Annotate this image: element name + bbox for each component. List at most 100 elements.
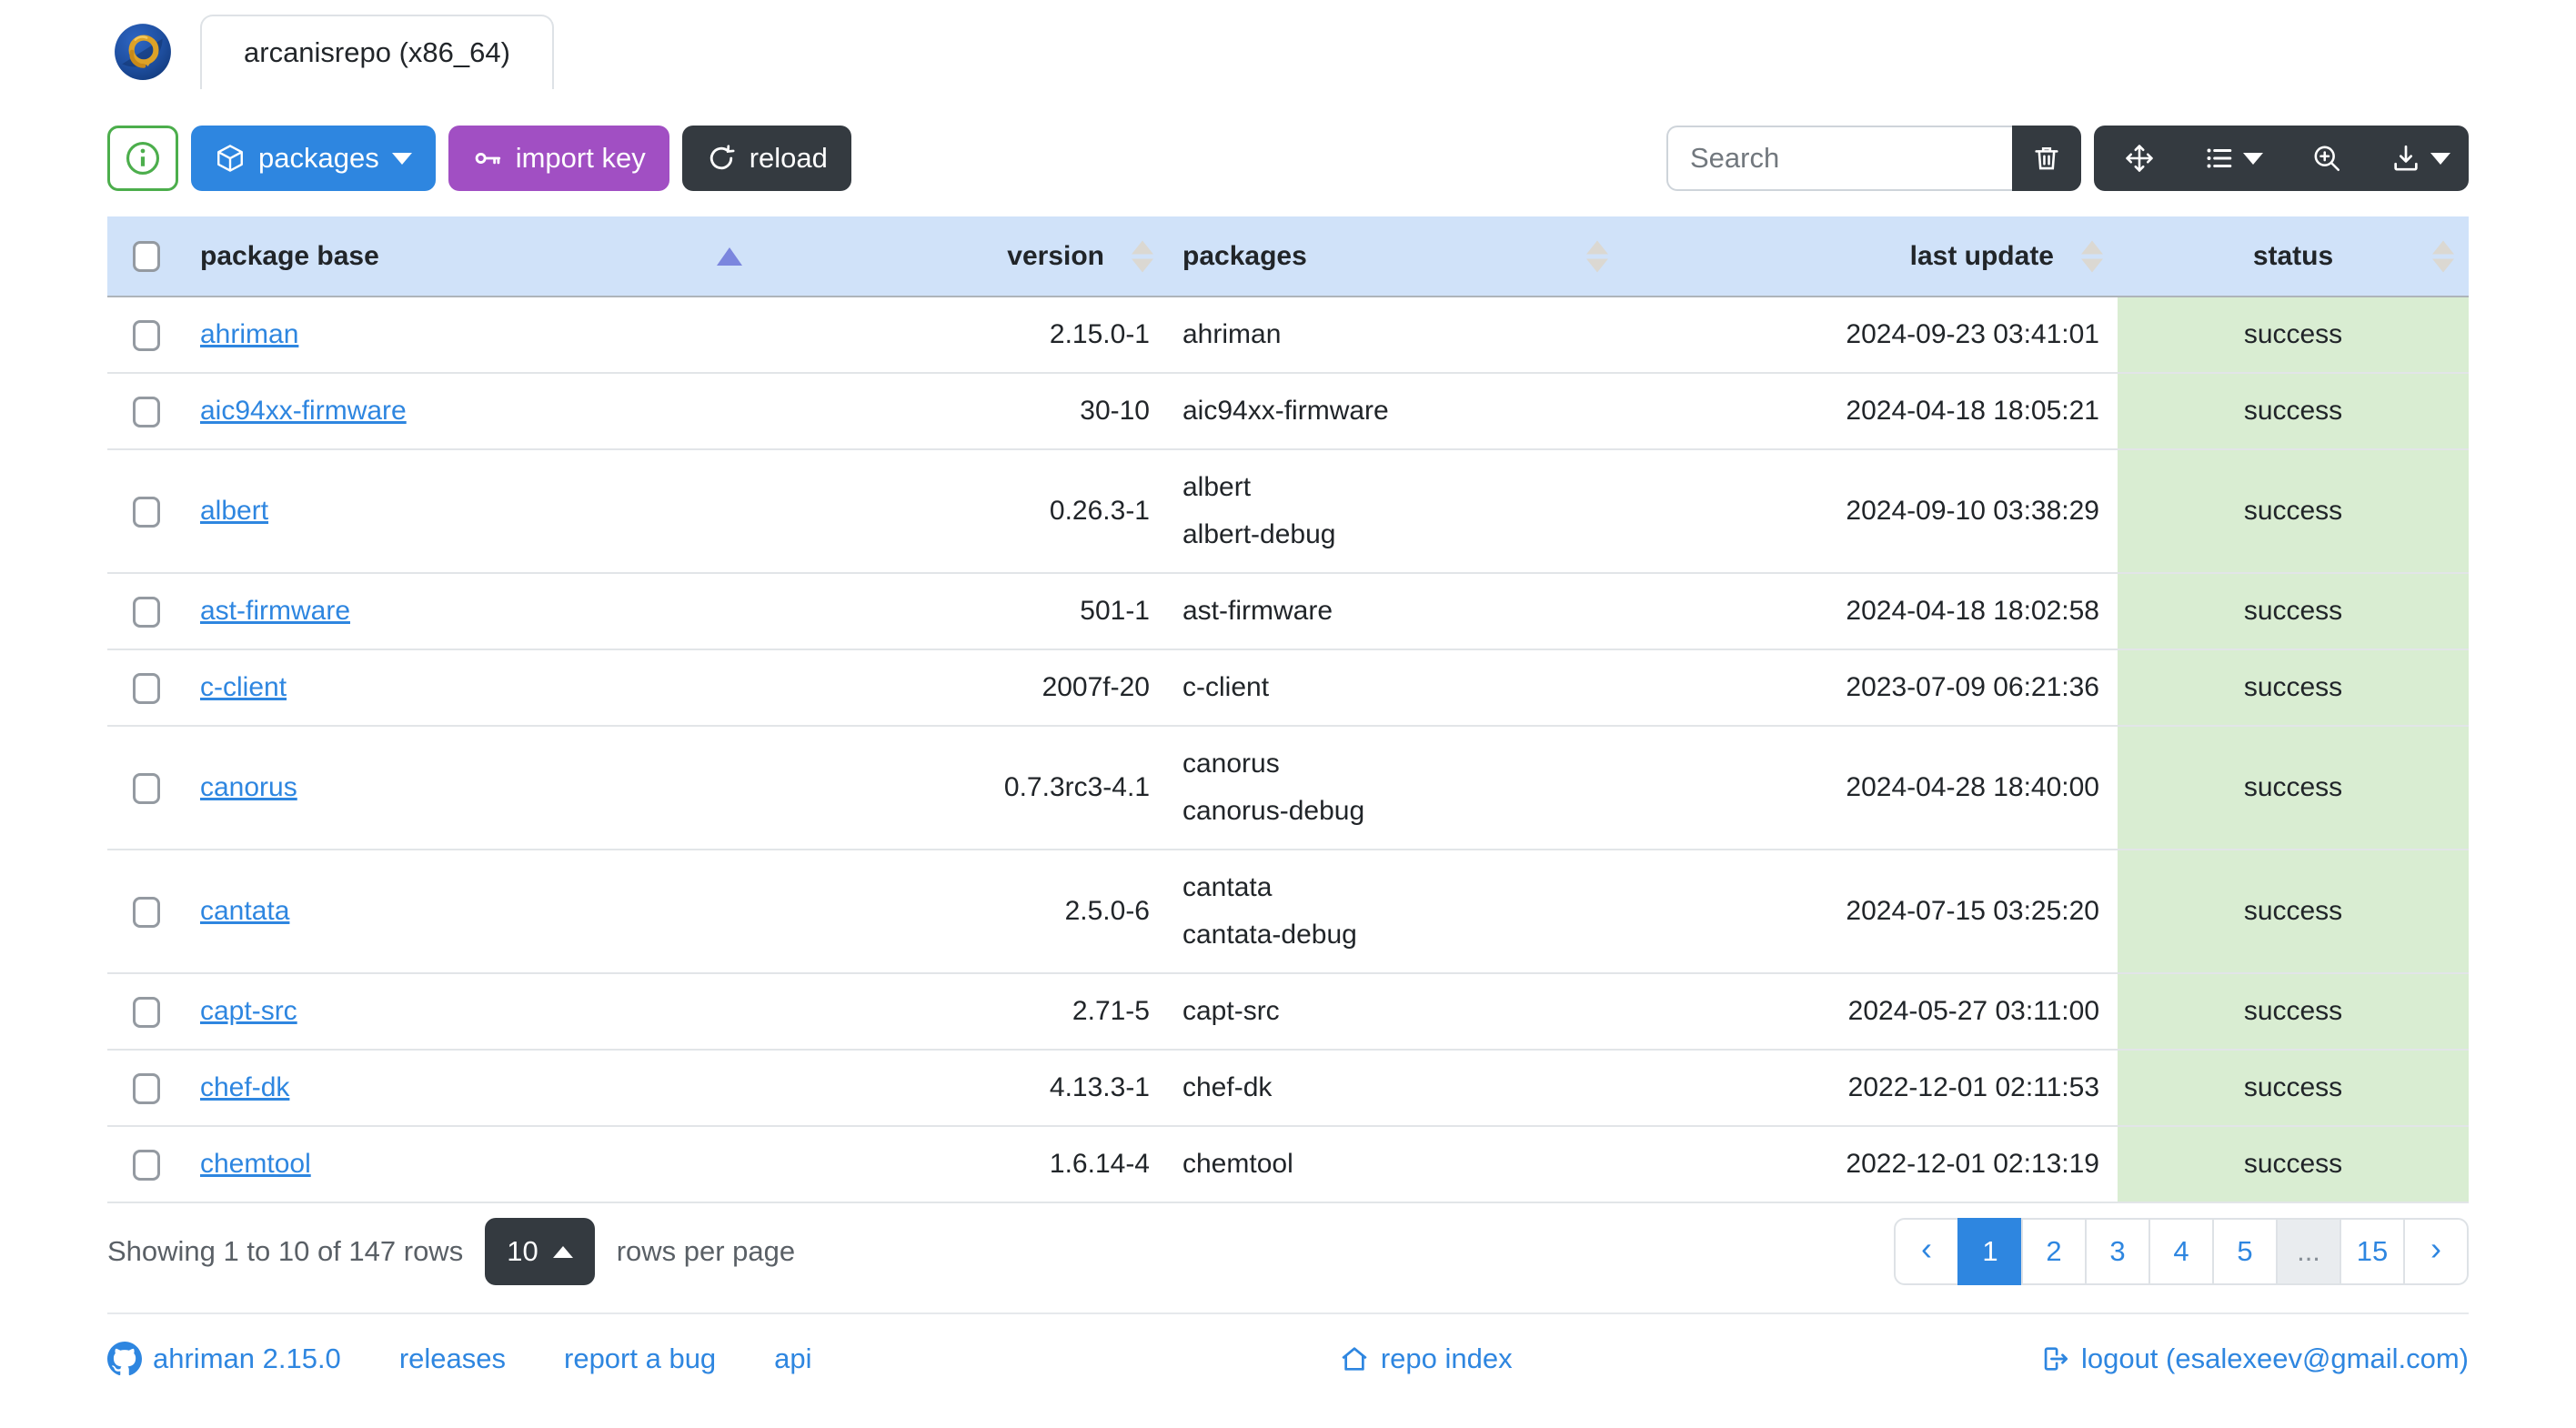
export-dropdown-button[interactable] <box>2372 126 2469 191</box>
row-checkbox[interactable] <box>133 1150 160 1182</box>
column-header-version[interactable]: version <box>757 216 1168 297</box>
pagination-page-5-link[interactable]: 5 <box>2212 1218 2278 1285</box>
row-checkbox[interactable] <box>133 597 160 629</box>
package-base-link[interactable]: chemtool <box>200 1149 311 1179</box>
column-header-packages[interactable]: packages <box>1168 216 1623 297</box>
repository-tab[interactable]: arcanisrepo (x86_64) <box>200 15 554 89</box>
package-base-link[interactable]: ast-firmware <box>200 596 350 626</box>
column-header-label: package base <box>200 240 379 271</box>
column-header-package-base[interactable]: package base <box>186 216 757 297</box>
columns-list-icon <box>2207 148 2232 168</box>
row-checkbox[interactable] <box>133 497 160 528</box>
row-checkbox[interactable] <box>133 320 160 352</box>
reload-button[interactable]: reload <box>681 126 851 191</box>
logout-label: logout (esalexeev@gmail.com) <box>2080 1343 2469 1374</box>
row-checkbox[interactable] <box>133 397 160 428</box>
package-status-badge: success <box>2118 1125 2469 1203</box>
page-size-dropdown[interactable]: 10 <box>485 1218 595 1285</box>
rows-per-page-label: rows per page <box>616 1235 796 1267</box>
app-logo-icon <box>115 24 171 80</box>
columns-dropdown-button[interactable] <box>2185 126 2281 191</box>
row-checkbox[interactable] <box>133 1073 160 1105</box>
package-base-link[interactable]: canorus <box>200 772 297 802</box>
fullscreen-toggle-button[interactable] <box>2094 126 2185 191</box>
package-name: chemtool <box>1182 1149 1293 1179</box>
package-base-link[interactable]: cantata <box>200 896 289 926</box>
pagination-page-15-link[interactable]: 15 <box>2340 1218 2405 1285</box>
pagination-page-1-link[interactable]: 1 <box>1957 1218 2023 1285</box>
package-name: capt-src <box>1182 996 1280 1026</box>
pagination-prev-link[interactable]: ‹ <box>1894 1218 1959 1285</box>
package-names: c-client <box>1168 649 1623 726</box>
package-last-update: 2024-05-27 03:11:00 <box>1623 972 2118 1050</box>
package-names: ahriman <box>1168 297 1623 373</box>
search-input[interactable] <box>1666 126 2012 191</box>
ahriman-version-link[interactable]: ahriman 2.15.0 <box>107 1342 341 1376</box>
table-row: cantata 2.5.0-6 cantata cantata-debug 202… <box>107 849 2469 973</box>
package-names: albert albert-debug <box>1168 448 1623 573</box>
row-checkbox[interactable] <box>133 673 160 705</box>
footer-divider <box>107 1312 2469 1314</box>
pagination-page-dots: ... <box>2276 1218 2341 1285</box>
pagination-page-4-link[interactable]: 4 <box>2148 1218 2214 1285</box>
toggle-search-button[interactable] <box>2281 126 2372 191</box>
packages-dropdown-button[interactable]: packages <box>191 126 436 191</box>
github-icon <box>107 1342 142 1376</box>
packages-table: package base version packages last updat… <box>107 216 2469 1203</box>
repo-index-link[interactable]: repo index <box>1339 1343 1513 1375</box>
clear-search-button[interactable] <box>2012 126 2081 191</box>
table-row: ahriman 2.15.0-1 ahriman 2024-09-23 03:4… <box>107 297 2469 373</box>
pagination-page-3-link[interactable]: 3 <box>2085 1218 2150 1285</box>
package-base-link[interactable]: albert <box>200 496 268 526</box>
logout-link[interactable]: logout (esalexeev@gmail.com) <box>2039 1343 2469 1375</box>
package-version: 4.13.3-1 <box>757 1049 1168 1126</box>
pagination-page-4: 4 <box>2148 1218 2214 1285</box>
select-all-checkbox[interactable] <box>133 241 160 273</box>
zoom-in-icon <box>2314 146 2340 172</box>
pagination-next: › <box>2403 1218 2469 1285</box>
package-base-link[interactable]: ahriman <box>200 319 298 349</box>
pagination: ‹ 1 2 3 4 5... 15 › <box>1894 1218 2469 1285</box>
row-checkbox[interactable] <box>133 897 160 929</box>
package-status-badge: success <box>2118 972 2469 1050</box>
toolbar-left-group: packages import key reload <box>107 126 851 191</box>
package-names: ast-firmware <box>1168 572 1623 649</box>
pagination-page-2-link[interactable]: 2 <box>2021 1218 2087 1285</box>
releases-link[interactable]: releases <box>399 1343 506 1375</box>
showing-rows-text: Showing 1 to 10 of 147 rows <box>107 1235 464 1267</box>
package-base-link[interactable]: capt-src <box>200 996 297 1026</box>
table-header: package base version packages last updat… <box>107 216 2469 297</box>
package-base-link[interactable]: chef-dk <box>200 1072 289 1102</box>
package-name: chef-dk <box>1182 1072 1273 1102</box>
footer-left-links: ahriman 2.15.0 releases report a bug api <box>107 1342 812 1376</box>
package-status-badge: success <box>2118 1049 2469 1126</box>
package-box-icon <box>217 145 243 172</box>
api-link[interactable]: api <box>774 1343 811 1375</box>
table-tools-group <box>2094 126 2469 191</box>
column-header-status[interactable]: status <box>2118 216 2469 297</box>
package-version: 0.26.3-1 <box>757 448 1168 573</box>
table-row: canorus 0.7.3rc3-4.1 canorus canorus-debu… <box>107 725 2469 850</box>
row-checkbox[interactable] <box>133 997 160 1029</box>
table-row: ast-firmware 501-1 ast-firmware 2024-04-… <box>107 572 2469 649</box>
pagination-next-link[interactable]: › <box>2403 1218 2469 1285</box>
pagination-page-dots-link: ... <box>2276 1218 2341 1285</box>
info-circle-icon <box>126 141 160 176</box>
info-button[interactable] <box>107 126 178 191</box>
pagination-page-15: 15 <box>2340 1218 2405 1285</box>
package-status-badge: success <box>2118 448 2469 573</box>
import-key-button[interactable]: import key <box>448 126 669 191</box>
sort-both-icon <box>1586 240 1608 272</box>
toolbar: packages import key reload <box>107 126 2469 191</box>
column-header-last-update[interactable]: last update <box>1623 216 2118 297</box>
package-base-link[interactable]: c-client <box>200 672 287 702</box>
row-checkbox[interactable] <box>133 773 160 805</box>
package-base-link[interactable]: aic94xx-firmware <box>200 396 407 426</box>
column-header-label: version <box>1007 240 1104 271</box>
arrows-move-icon <box>2126 145 2153 172</box>
package-status-badge: success <box>2118 649 2469 726</box>
ahriman-version-label: ahriman 2.15.0 <box>153 1343 341 1374</box>
pagination-page-3: 3 <box>2085 1218 2150 1285</box>
pagination-info: Showing 1 to 10 of 147 rows 10 rows per … <box>107 1218 795 1285</box>
report-bug-link[interactable]: report a bug <box>564 1343 716 1375</box>
